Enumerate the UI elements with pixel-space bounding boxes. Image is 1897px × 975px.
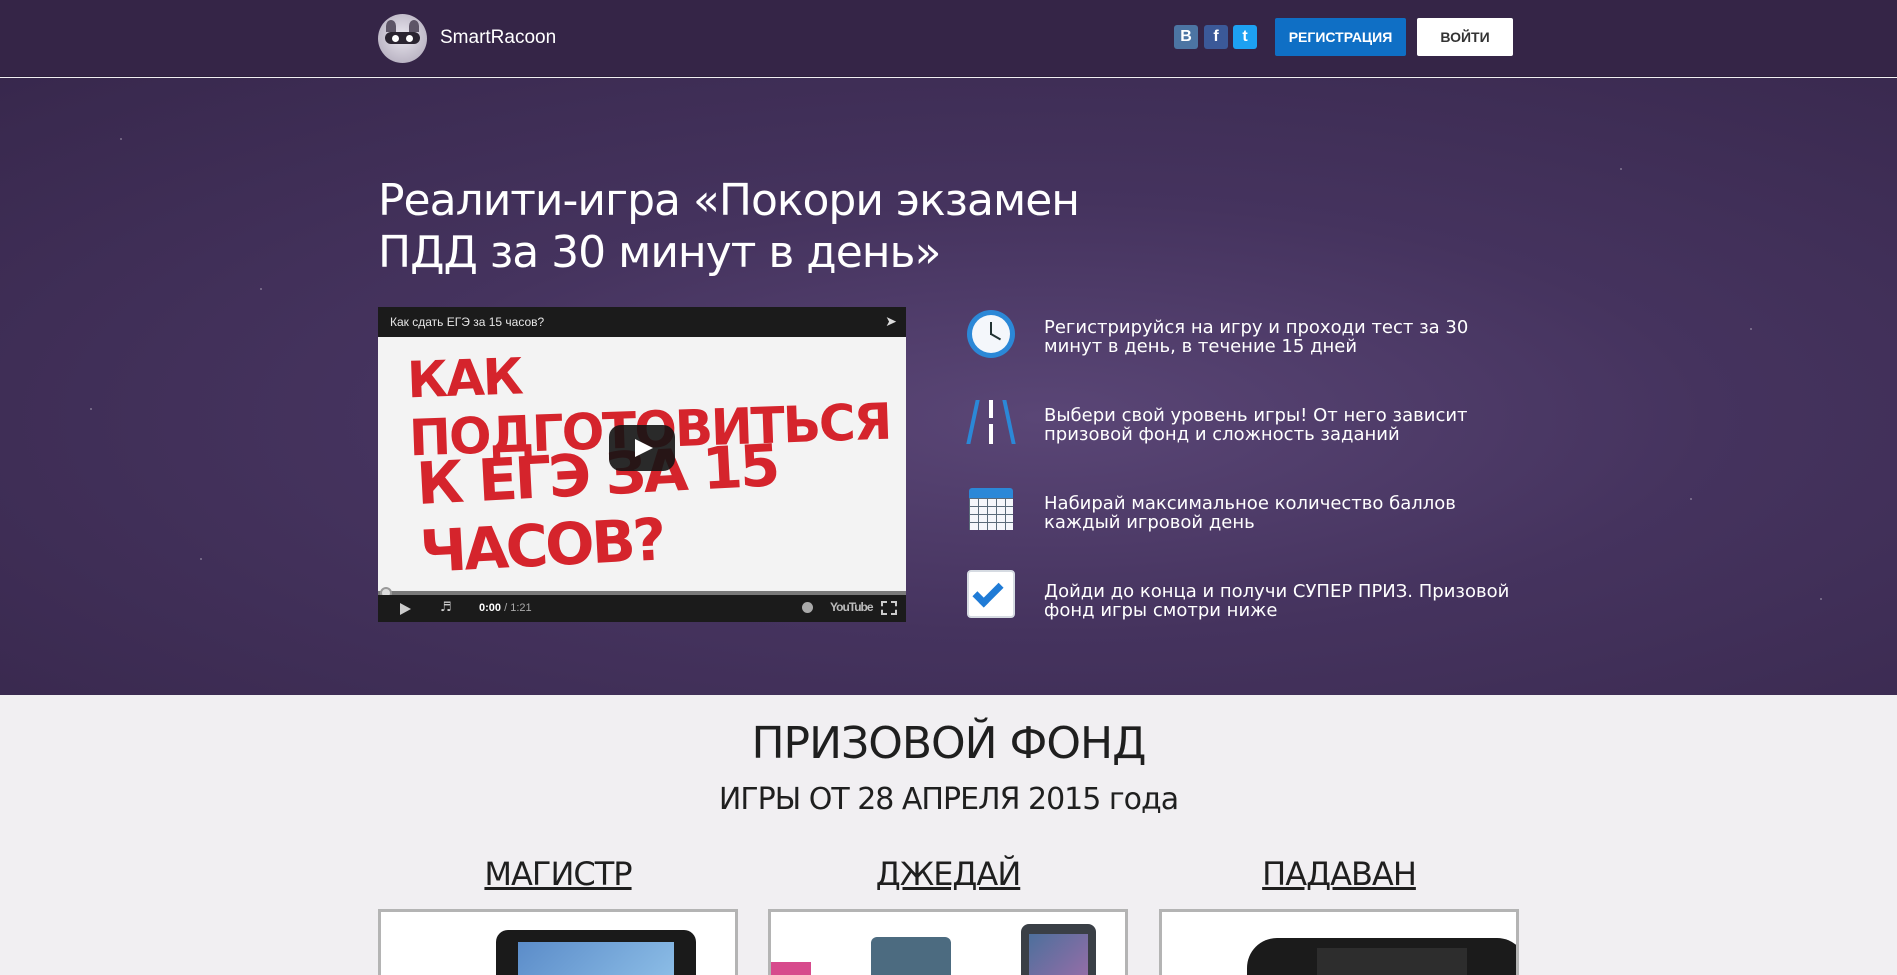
- video-player[interactable]: Как сдать ЕГЭ за 15 часов? ➤ Как подгото…: [378, 307, 906, 622]
- road-icon: [966, 398, 1016, 446]
- feature-text-2: Выбери свой уровень игры! От него зависи…: [1044, 405, 1468, 445]
- calendar-icon: [967, 484, 1015, 532]
- share-icon[interactable]: ➤: [882, 313, 900, 331]
- prize-subtitle: ИГРЫ ОТ 28 АПРЕЛЯ 2015 года: [718, 782, 1179, 817]
- video-controls: ♬ 0:00 / 1:21 YouTube: [378, 595, 906, 622]
- site-header: SmartRacoon В f t РЕГИСТРАЦИЯ ВОЙТИ: [0, 0, 1897, 77]
- phone-image: [871, 937, 951, 975]
- control-play-icon[interactable]: [400, 603, 411, 615]
- volume-icon[interactable]: ♬: [440, 600, 452, 615]
- youtube-logo-icon[interactable]: YouTube: [830, 600, 874, 614]
- feature-text-1: Регистрируйся на игру и проходи тест за …: [1044, 317, 1469, 357]
- prize-title: ПРИЗОВОЙ ФОНД: [751, 718, 1146, 769]
- tier-label-padawan[interactable]: ПАДАВАН: [1159, 855, 1519, 893]
- play-icon[interactable]: [609, 425, 675, 471]
- tier-card-magistr[interactable]: [378, 909, 738, 975]
- hero-section: Реалити-игра «Покори экзамен ПДД за 30 м…: [0, 78, 1897, 695]
- hero-title: Реалити-игра «Покори экзамен ПДД за 30 м…: [378, 175, 1080, 278]
- tier-label-magistr[interactable]: МАГИСТР: [378, 855, 738, 893]
- fullscreen-icon[interactable]: [881, 601, 897, 615]
- smartphone-image: [1021, 924, 1096, 975]
- video-time: 0:00 / 1:21: [479, 602, 532, 614]
- clock-icon: [967, 310, 1015, 358]
- twitter-icon[interactable]: t: [1233, 25, 1257, 49]
- feature-text-4: Дойди до конца и получи СУПЕР ПРИЗ. Приз…: [1044, 581, 1510, 621]
- time-total: / 1:21: [501, 602, 532, 614]
- tier-label-jedi[interactable]: ДЖЕДАЙ: [768, 855, 1128, 893]
- raccoon-logo-icon[interactable]: [378, 14, 427, 63]
- tier-card-padawan[interactable]: [1159, 909, 1519, 975]
- time-current: 0:00: [479, 602, 502, 614]
- tier-card-jedi[interactable]: [768, 909, 1128, 975]
- facebook-icon[interactable]: f: [1204, 25, 1228, 49]
- game-console-image: [1247, 938, 1516, 975]
- watch-later-icon[interactable]: [802, 602, 813, 613]
- video-title-bar: Как сдать ЕГЭ за 15 часов? ➤: [378, 307, 906, 337]
- video-title[interactable]: Как сдать ЕГЭ за 15 часов?: [390, 315, 544, 329]
- tablet-image: [496, 930, 696, 975]
- feature-text-3: Набирай максимальное количество баллов к…: [1044, 493, 1456, 533]
- brand-name[interactable]: SmartRacoon: [440, 27, 556, 49]
- register-button[interactable]: РЕГИСТРАЦИЯ: [1275, 18, 1406, 56]
- login-button[interactable]: ВОЙТИ: [1417, 18, 1513, 56]
- checkbox-icon: [967, 570, 1015, 618]
- vk-icon[interactable]: В: [1174, 25, 1198, 49]
- pink-device-image: [771, 962, 811, 975]
